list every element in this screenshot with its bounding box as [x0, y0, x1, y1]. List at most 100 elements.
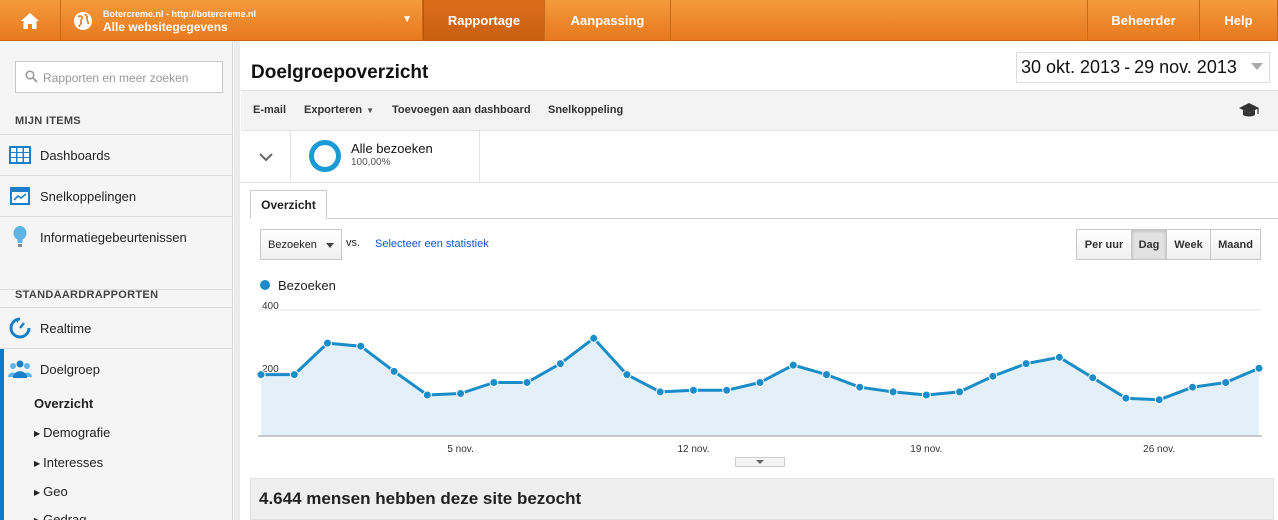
lightbulb-icon [0, 226, 40, 248]
report-toolbar: E-mail Exporteren ▼ Toevoegen aan dashboa… [241, 90, 1278, 131]
graduation-cap-icon[interactable] [1238, 101, 1260, 119]
top-navigation-bar: Botercreme.nl - http://botercreme.nl All… [0, 0, 1278, 41]
legend-label: Bezoeken [278, 278, 336, 293]
sidebar-sub-interesses[interactable]: ▶ Interesses [34, 455, 103, 470]
data-point [323, 338, 332, 348]
data-point [389, 366, 399, 376]
data-point [456, 389, 466, 398]
chart-resize-handle[interactable] [735, 457, 785, 467]
caret-down-icon [756, 460, 764, 464]
period-toggle: Per uur Dag Week Maand [1076, 229, 1261, 260]
data-point [622, 370, 632, 380]
caret-down-icon [326, 243, 334, 248]
account-selector[interactable]: Botercreme.nl - http://botercreme.nl All… [61, 0, 423, 41]
tab-overzicht[interactable]: Overzicht [250, 190, 327, 219]
period-dag-button[interactable]: Dag [1132, 230, 1167, 259]
account-url: Botercreme.nl - http://botercreme.nl [103, 9, 257, 19]
resize-gutter[interactable] [234, 41, 240, 520]
sidebar-item-dashboards[interactable]: Dashboards [0, 134, 233, 175]
data-point [855, 382, 865, 392]
tab-help[interactable]: Help [1200, 0, 1278, 41]
sidebar: Rapporten en meer zoeken MIJN ITEMS Dash… [0, 41, 233, 520]
data-point [522, 378, 532, 387]
data-point [489, 378, 499, 387]
data-point [788, 360, 798, 370]
period-week-button[interactable]: Week [1167, 230, 1211, 259]
data-point [422, 390, 432, 400]
data-point [822, 370, 831, 380]
tab-aanpassing[interactable]: Aanpassing [545, 0, 671, 41]
data-point [1221, 378, 1231, 387]
data-point [1254, 363, 1264, 373]
legend-dot [260, 280, 270, 290]
segment-percent: 100,00% [351, 157, 391, 168]
shortcut-button[interactable]: Snelkoppeling [548, 104, 623, 116]
sidebar-sub-geo[interactable]: ▶ Geo [34, 484, 68, 499]
account-view: Alle websitegegevens [103, 20, 228, 34]
metric-select[interactable]: Bezoeken [260, 229, 342, 260]
data-point [1054, 352, 1064, 362]
period-per-uur-button[interactable]: Per uur [1077, 230, 1132, 259]
x-tick-label: 12 nov. [677, 444, 709, 455]
tab-rapportage[interactable]: Rapportage [423, 0, 545, 41]
expand-arrow-icon: ▶ [34, 459, 41, 468]
section-title-standaardrapporten: STANDAARDRAPPORTEN [15, 289, 159, 301]
data-point [955, 387, 965, 397]
y-tick-label: 400 [262, 301, 279, 312]
sidebar-item-label: Snelkoppelingen [40, 188, 137, 204]
tab-underline [250, 218, 1278, 219]
home-button[interactable] [0, 0, 61, 41]
data-point [1088, 373, 1098, 383]
vs-label: vs. [346, 237, 361, 249]
data-point [1121, 393, 1131, 403]
sidebar-item-label: Realtime [40, 320, 92, 336]
search-input[interactable]: Rapporten en meer zoeken [15, 61, 223, 93]
sidebar-sub-gedrag[interactable]: ▶Gedrag [34, 512, 87, 520]
x-tick-label: 19 nov. [910, 444, 942, 455]
add-to-dashboard-button[interactable]: Toevoegen aan dashboard [392, 104, 531, 116]
data-point [1154, 395, 1164, 405]
data-point [555, 359, 565, 369]
data-point [356, 341, 366, 351]
sidebar-sub-demografie[interactable]: ▶ Demografie [34, 425, 110, 440]
data-point [755, 378, 765, 387]
segment-ring-icon [309, 140, 341, 172]
email-button[interactable]: E-mail [253, 104, 286, 116]
sidebar-item-label: Dashboards [40, 147, 111, 163]
realtime-icon [0, 317, 40, 339]
summary-bar: 4.644 mensen hebben deze site bezocht [250, 478, 1274, 520]
date-end: 29 nov. 2013 [1134, 57, 1237, 77]
date-range-picker[interactable]: 30 okt. 2013 - 29 nov. 2013 [1016, 52, 1270, 83]
globe-icon [74, 12, 92, 30]
sidebar-item-doelgroep[interactable]: Doelgroep [0, 348, 233, 389]
visits-chart[interactable]: 2004005 nov. 12 nov. 19 nov. 26 nov. [256, 300, 1264, 470]
sidebar-sub-label: Gedrag [43, 512, 87, 520]
dashboard-grid-icon [0, 146, 40, 164]
sidebar-item-informatiegebeurtenissen[interactable]: Informatiegebeurtenissen [0, 216, 233, 257]
sidebar-item-label: Doelgroep [40, 361, 100, 377]
sidebar-sub-overzicht[interactable]: Overzicht [34, 396, 93, 411]
sidebar-item-realtime[interactable]: Realtime [0, 307, 233, 348]
export-button[interactable]: Exporteren ▼ [304, 104, 374, 116]
segment-toggle[interactable] [241, 131, 291, 183]
period-maand-button[interactable]: Maand [1211, 230, 1260, 259]
caret-down-icon: ▼ [366, 106, 374, 115]
search-icon [25, 70, 38, 83]
select-statistic-link[interactable]: Selecteer een statistiek [375, 238, 489, 250]
data-point [988, 371, 998, 381]
data-point [655, 387, 665, 397]
sidebar-item-snelkoppelingen[interactable]: Snelkoppelingen [0, 175, 233, 216]
data-point [888, 387, 898, 397]
caret-down-icon: ▼ [402, 14, 412, 25]
segment-card[interactable]: Alle bezoeken 100,00% [291, 131, 480, 183]
metric-select-value: Bezoeken [268, 238, 317, 251]
home-icon [21, 12, 39, 29]
x-tick-label: 26 nov. [1143, 444, 1175, 455]
date-start: 30 okt. 2013 [1021, 57, 1121, 77]
export-label: Exporteren [304, 104, 363, 116]
section-title-mijn-items: MIJN ITEMS [15, 115, 81, 127]
expand-arrow-icon: ▶ [34, 516, 40, 520]
data-point [589, 333, 599, 343]
data-point [689, 385, 698, 395]
tab-beheerder[interactable]: Beheerder [1087, 0, 1200, 41]
